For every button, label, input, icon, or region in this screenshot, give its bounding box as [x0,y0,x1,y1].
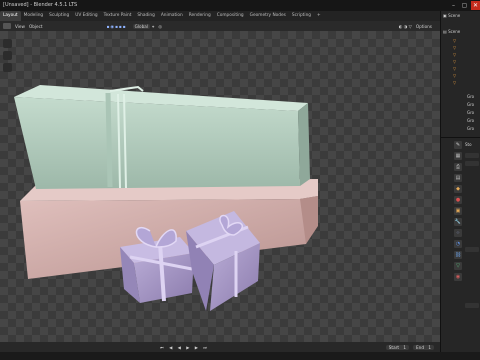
tool-icon[interactable]: ✎ [454,141,462,149]
overlay-icons[interactable]: ◐ ◑ ▽ [397,24,414,29]
properties-field[interactable] [465,161,479,166]
add-workspace-button[interactable]: + [314,11,324,21]
end-label: End [416,344,424,350]
tab-scripting[interactable]: Scripting [289,11,314,21]
viewport-scene [0,31,440,342]
tab-shading[interactable]: Shading [134,11,157,21]
scene-collection-label: Scene [448,29,461,34]
tab-texture-paint[interactable]: Texture Paint [101,11,135,21]
tab-uv-editing[interactable]: UV Editing [72,11,100,21]
tab-sculpting[interactable]: Sculpting [46,11,72,21]
end-frame-field[interactable]: End 1 [413,344,434,350]
outliner-scene[interactable]: ▣ Scene [443,12,460,19]
properties-section[interactable]: Sto [465,141,472,148]
properties-field[interactable] [465,153,479,158]
right-editors: ▣ Scene ▤ Scene ▽ ▽ ▽ ▽ ▽ ▽ ▽ Gro Gro Gro Gro … [440,11,480,352]
outliner-row[interactable]: Gro [467,93,474,100]
view-menu[interactable]: View [13,24,27,29]
tab-modeling[interactable]: Modeling [21,11,47,21]
object-icon[interactable]: ▣ [454,207,462,215]
options-menu[interactable]: Options [414,24,434,29]
mint-gift-box[interactable] [14,85,310,189]
start-frame-field[interactable]: Start 1 [385,344,410,350]
material-icon[interactable]: ◉ [454,273,462,281]
properties-field[interactable] [465,247,479,252]
editor-type-icon[interactable] [3,23,11,29]
transform-orientation-label: Global [134,23,148,29]
outliner-row[interactable]: Gro [467,125,474,132]
outliner-row[interactable]: Gro [467,101,474,108]
viewport-header: View Object ▪◉▪▪▪ Global ⌖ ◎ ◐ ◑ ▽ Optio… [0,21,440,31]
tab-rendering[interactable]: Rendering [186,11,214,21]
mode-icons[interactable]: ▪◉▪▪▪ [105,24,129,29]
data-icon[interactable]: ▽ [454,262,462,270]
properties-field[interactable] [465,303,479,308]
constraints-icon[interactable]: ⛓ [454,251,462,259]
editor-divider [441,137,480,138]
scene-icon[interactable]: ◆ [454,185,462,193]
playback-controls[interactable]: ⏮ ◀ ◀ ▶ ▶ ⏭ [160,345,209,350]
tab-compositing[interactable]: Compositing [214,11,247,21]
proportional-edit-icon[interactable]: ◎ [156,24,164,29]
tab-geometry-nodes[interactable]: Geometry Nodes [247,11,289,21]
window-title: [Unsaved] - Blender 4.5.1 LTS [3,2,78,8]
modifier-icon[interactable]: 🔧 [454,218,462,226]
physics-icon[interactable]: ◔ [454,240,462,248]
outliner-list[interactable]: ▽ ▽ ▽ ▽ ▽ ▽ ▽ [453,37,456,85]
particles-icon[interactable]: ⁘ [454,229,462,237]
close-button[interactable]: ✕ [471,1,480,10]
timeline-bar: ⏮ ◀ ◀ ▶ ▶ ⏭ Start 1 End 1 [0,342,440,352]
minimize-button[interactable]: – [449,1,458,10]
tab-layout[interactable]: Layout [0,11,21,21]
maximize-button[interactable]: ▢ [460,1,469,10]
outliner-scene-collection[interactable]: ▤ Scene [443,28,460,35]
output-icon[interactable]: ⎙ [454,163,462,171]
render-icon[interactable]: ▦ [454,152,462,160]
move-tool-icon[interactable] [3,63,12,72]
outliner-row[interactable]: Gro [467,117,474,124]
outliner-row[interactable]: Gro [467,109,474,116]
tab-animation[interactable]: Animation [158,11,186,21]
transform-orientation[interactable]: Global [132,23,150,29]
status-bar [0,352,480,360]
3d-viewport[interactable] [0,31,440,342]
window-controls: – ▢ ✕ [436,0,480,11]
view-layer-icon[interactable]: ▤ [454,174,462,182]
scene-label: Scene [448,13,461,18]
end-value: 1 [428,344,431,350]
start-value: 1 [403,344,407,350]
object-menu[interactable]: Object [27,24,45,29]
world-icon[interactable]: ● [454,196,462,204]
window-title-bar: [Unsaved] - Blender 4.5.1 LTS [0,0,480,11]
cursor-tool-icon[interactable] [3,51,12,60]
select-tool-icon[interactable] [3,39,12,48]
workspace-tabs: Layout Modeling Sculpting UV Editing Tex… [0,11,480,21]
start-label: Start [388,344,399,350]
